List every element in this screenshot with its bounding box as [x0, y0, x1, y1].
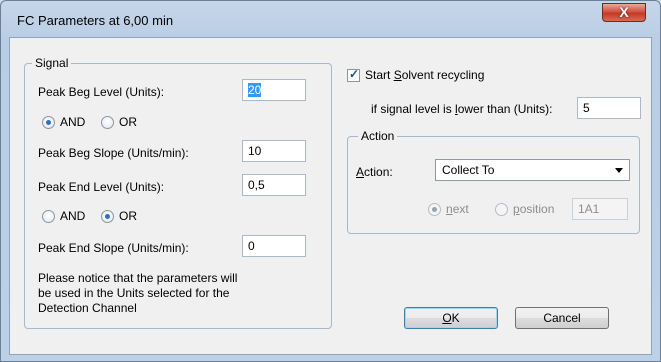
dialog-window: FC Parameters at 6,00 min X Signal Peak … [0, 0, 661, 362]
next-radio[interactable] [428, 203, 441, 216]
threshold-label: if signal level is lower than (Units): [371, 102, 553, 116]
action-select[interactable]: Collect To [435, 159, 630, 181]
next-radio-label: next [446, 202, 469, 216]
cancel-button[interactable]: Cancel [515, 307, 609, 329]
close-button[interactable]: X [602, 3, 646, 22]
notice-line-1: Please notice that the parameters will [38, 271, 238, 285]
or-radio-1[interactable] [101, 116, 114, 129]
peak-end-slope-label: Peak End Slope (Units/min): [38, 241, 189, 255]
or-radio-1-label: OR [119, 115, 137, 129]
start-solvent-recycling-label[interactable]: Start Solvent recycling [365, 68, 484, 82]
and-radio-1-label: AND [60, 115, 86, 129]
dialog-body: Signal Peak Beg Level (Units): 20 AND OR… [9, 37, 652, 355]
action-legend: Action [358, 129, 398, 143]
or-radio-2-label: OR [119, 209, 137, 223]
position-radio[interactable] [495, 203, 508, 216]
position-input[interactable]: 1A1 [572, 198, 628, 220]
or-radio-2[interactable] [101, 210, 114, 223]
window-title: FC Parameters at 6,00 min [17, 13, 174, 28]
notice-line-2: be used in the Units selected for the [38, 286, 230, 300]
and-radio-2-label: AND [60, 209, 86, 223]
peak-beg-slope-input[interactable]: 10 [242, 140, 306, 162]
peak-end-level-input[interactable]: 0,5 [242, 174, 306, 196]
peak-end-level-label: Peak End Level (Units): [38, 180, 165, 194]
notice-line-3: Detection Channel [38, 301, 137, 315]
and-radio-1[interactable] [42, 116, 55, 129]
signal-legend: Signal [32, 56, 72, 70]
threshold-input[interactable]: 5 [577, 97, 641, 119]
title-bar: FC Parameters at 6,00 min X [1, 1, 660, 35]
peak-beg-slope-label: Peak Beg Slope (Units/min): [38, 146, 189, 160]
position-radio-label: position [513, 202, 555, 216]
ok-button[interactable]: OK [404, 307, 498, 329]
close-icon: X [619, 4, 629, 20]
start-solvent-recycling-checkbox[interactable] [347, 67, 360, 82]
and-radio-2[interactable] [42, 210, 55, 223]
peak-beg-level-label: Peak Beg Level (Units): [38, 85, 165, 99]
action-label: Action: [356, 165, 393, 179]
peak-end-slope-input[interactable]: 0 [242, 235, 306, 257]
chevron-down-icon [615, 168, 623, 173]
peak-beg-level-input[interactable]: 20 [242, 79, 306, 101]
